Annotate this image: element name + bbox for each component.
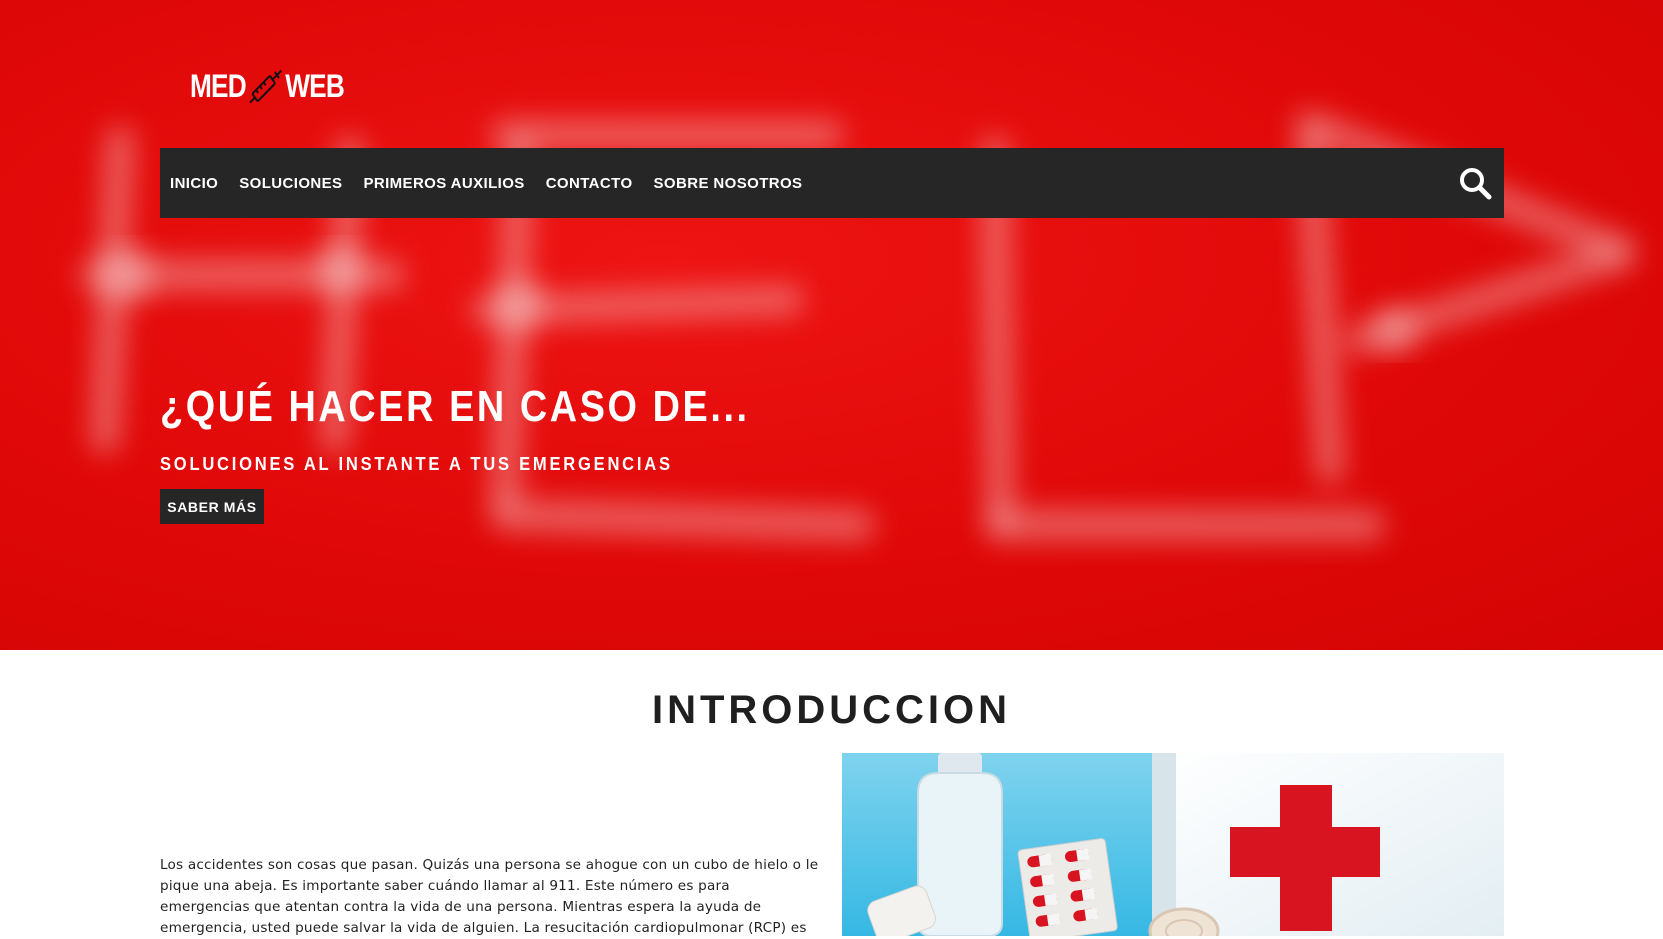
first-aid-kit-image bbox=[842, 753, 1504, 936]
logo-text-med: MED bbox=[190, 67, 247, 104]
nav-item-soluciones[interactable]: SOLUCIONES bbox=[239, 175, 342, 192]
nav-item-primeros-auxilios[interactable]: PRIMEROS AUXILIOS bbox=[363, 175, 524, 192]
intro-heading: INTRODUCCION bbox=[651, 688, 1012, 732]
nav-item-inicio[interactable]: INICIO bbox=[170, 175, 218, 192]
hero-banner: MED WEB INICIO SOLUCIONES PRIMEROS AUXIL… bbox=[0, 0, 1663, 650]
saber-mas-button[interactable]: SABER MÁS bbox=[160, 489, 264, 524]
nav-item-sobre-nosotros[interactable]: SOBRE NOSOTROS bbox=[654, 175, 803, 192]
main-navigation: INICIO SOLUCIONES PRIMEROS AUXILIOS CONT… bbox=[160, 148, 1504, 218]
intro-paragraph: Los accidentes son cosas que pasan. Quiz… bbox=[160, 857, 819, 936]
hero-subtitle: SOLUCIONES AL INSTANTE A TUS EMERGENCIAS bbox=[160, 454, 673, 474]
search-icon[interactable] bbox=[1456, 164, 1494, 202]
hero-title: ¿QUÉ HACER EN CASO DE... bbox=[160, 382, 750, 431]
syringe-icon bbox=[249, 69, 283, 104]
site-logo[interactable]: MED WEB bbox=[190, 58, 345, 114]
nav-item-contacto[interactable]: CONTACTO bbox=[546, 175, 633, 192]
logo-text-web: WEB bbox=[285, 67, 345, 104]
